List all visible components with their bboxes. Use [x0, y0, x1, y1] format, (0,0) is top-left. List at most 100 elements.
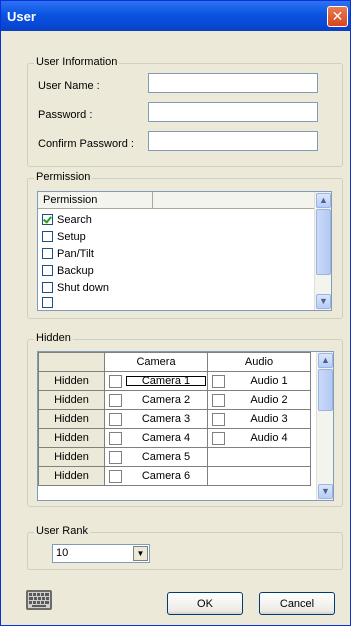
camera-label: Camera 3: [141, 413, 191, 425]
hidden-row-4: Hidden Camera 4 Audio 4: [38, 428, 311, 448]
camera-cell[interactable]: Camera 1: [104, 371, 208, 391]
hidden-row-5: Hidden Camera 5: [38, 447, 311, 467]
password-label: Password :: [38, 109, 93, 121]
audio-checkbox[interactable]: [212, 412, 225, 426]
audio-cell[interactable]: Audio 3: [207, 409, 311, 429]
password-input[interactable]: [148, 102, 318, 122]
camera-label: Camera 1: [125, 375, 207, 387]
camera-checkbox[interactable]: [109, 393, 122, 407]
cancel-button[interactable]: Cancel: [259, 592, 335, 615]
audio-label: Audio 4: [250, 432, 288, 444]
camera-cell[interactable]: Camera 5: [104, 447, 208, 467]
camera-checkbox[interactable]: [109, 412, 122, 426]
scroll-up-icon[interactable]: ▲: [318, 353, 333, 368]
scroll-up-icon[interactable]: ▲: [316, 193, 331, 208]
permission-item-label: Pan/Tilt: [57, 247, 94, 260]
permission-pan-tilt-checkbox[interactable]: [42, 248, 53, 259]
row-header[interactable]: Hidden: [38, 390, 105, 410]
confirm-password-label: Confirm Password :: [38, 138, 134, 150]
camera-cell[interactable]: Camera 2: [104, 390, 208, 410]
permission-header-fill: [153, 192, 314, 209]
permission-legend: Permission: [34, 171, 93, 183]
user-name-label: User Name :: [38, 80, 100, 92]
permission-item-shut-down[interactable]: Shut down: [42, 279, 109, 296]
hidden-legend: Hidden: [34, 332, 73, 344]
permission-search-checkbox[interactable]: [42, 214, 53, 225]
camera-checkbox[interactable]: [109, 450, 122, 464]
camera-checkbox[interactable]: [109, 374, 122, 388]
camera-label: Camera 4: [141, 432, 191, 444]
scroll-down-icon[interactable]: ▼: [318, 484, 333, 499]
permission-item-partial[interactable]: [42, 296, 57, 308]
permission-partial-checkbox[interactable]: [42, 296, 53, 308]
audio-checkbox[interactable]: [212, 393, 225, 407]
grid-corner: [38, 352, 105, 372]
hidden-row-6: Hidden Camera 6: [38, 466, 311, 486]
user-information-legend: User Information: [34, 56, 120, 68]
ok-button[interactable]: OK: [167, 592, 243, 615]
hidden-row-1: Hidden Camera 1 Audio 1: [38, 371, 311, 391]
camera-cell[interactable]: Camera 6: [104, 466, 208, 486]
row-header[interactable]: Hidden: [38, 447, 105, 467]
permission-shut-down-checkbox[interactable]: [42, 282, 53, 293]
camera-label: Camera 6: [141, 470, 191, 482]
hidden-row-3: Hidden Camera 3 Audio 3: [38, 409, 311, 429]
user-rank-select[interactable]: 10 ▼: [52, 544, 150, 563]
permission-item-search[interactable]: Search: [42, 211, 92, 228]
permission-scrollbar[interactable]: ▲ ▼: [314, 192, 331, 310]
camera-column-header[interactable]: Camera: [104, 352, 208, 372]
user-name-input[interactable]: [148, 73, 318, 93]
camera-cell[interactable]: Camera 3: [104, 409, 208, 429]
scroll-thumb[interactable]: [318, 369, 333, 411]
permission-item-backup[interactable]: Backup: [42, 262, 94, 279]
camera-checkbox[interactable]: [109, 431, 122, 445]
chevron-down-icon[interactable]: ▼: [133, 546, 148, 561]
permission-backup-checkbox[interactable]: [42, 265, 53, 276]
permission-setup-checkbox[interactable]: [42, 231, 53, 242]
hidden-table: Camera Audio Hidden Camera 1 Audio 1 Hid…: [38, 352, 311, 486]
camera-cell[interactable]: Camera 4: [104, 428, 208, 448]
row-header[interactable]: Hidden: [38, 371, 105, 391]
permission-item-label: Backup: [57, 264, 94, 277]
permission-item-label: Setup: [57, 230, 86, 243]
row-header[interactable]: Hidden: [38, 428, 105, 448]
hidden-scrollbar[interactable]: ▲ ▼: [316, 352, 333, 500]
audio-cell[interactable]: Audio 1: [207, 371, 311, 391]
camera-label: Camera 2: [141, 394, 191, 406]
user-rank-group: User Rank 10 ▼: [27, 525, 343, 570]
audio-label: Audio 3: [250, 413, 288, 425]
audio-cell[interactable]: Audio 2: [207, 390, 311, 410]
audio-label: Audio 1: [250, 375, 288, 387]
user-rank-legend: User Rank: [34, 525, 90, 537]
scroll-down-icon[interactable]: ▼: [316, 294, 331, 309]
audio-label: Audio 2: [250, 394, 288, 406]
audio-checkbox[interactable]: [212, 431, 225, 445]
hidden-row-2: Hidden Camera 2 Audio 2: [38, 390, 311, 410]
title-bar[interactable]: User ✕: [1, 1, 350, 31]
permission-item-setup[interactable]: Setup: [42, 228, 86, 245]
hidden-grid[interactable]: Camera Audio Hidden Camera 1 Audio 1 Hid…: [37, 351, 334, 501]
row-header[interactable]: Hidden: [38, 409, 105, 429]
audio-cell-empty: [207, 466, 311, 486]
user-dialog: User ✕ User Information User Name : Pass…: [0, 0, 351, 626]
window-title: User: [7, 9, 36, 24]
row-header[interactable]: Hidden: [38, 466, 105, 486]
audio-column-header[interactable]: Audio: [207, 352, 311, 372]
audio-cell[interactable]: Audio 4: [207, 428, 311, 448]
hidden-group: Hidden Camera Audio Hidden Camera 1 Audi…: [27, 332, 343, 507]
keyboard-icon[interactable]: [25, 589, 53, 611]
permission-item-label: Search: [57, 213, 92, 226]
scroll-thumb[interactable]: [316, 209, 331, 275]
camera-label: Camera 5: [141, 451, 191, 463]
permission-list[interactable]: Permission Search Setup Pan/Tilt Backup …: [37, 191, 332, 311]
permission-column-header[interactable]: Permission: [38, 192, 153, 209]
audio-checkbox[interactable]: [212, 374, 225, 388]
audio-cell-empty: [207, 447, 311, 467]
close-icon[interactable]: ✕: [327, 6, 348, 27]
permission-group: Permission Permission Search Setup Pan/T…: [27, 171, 343, 319]
confirm-password-input[interactable]: [148, 131, 318, 151]
user-information-group: User Information User Name : Password : …: [27, 56, 343, 167]
permission-item-pan-tilt[interactable]: Pan/Tilt: [42, 245, 94, 262]
camera-checkbox[interactable]: [109, 469, 122, 483]
user-rank-value: 10: [56, 547, 69, 559]
